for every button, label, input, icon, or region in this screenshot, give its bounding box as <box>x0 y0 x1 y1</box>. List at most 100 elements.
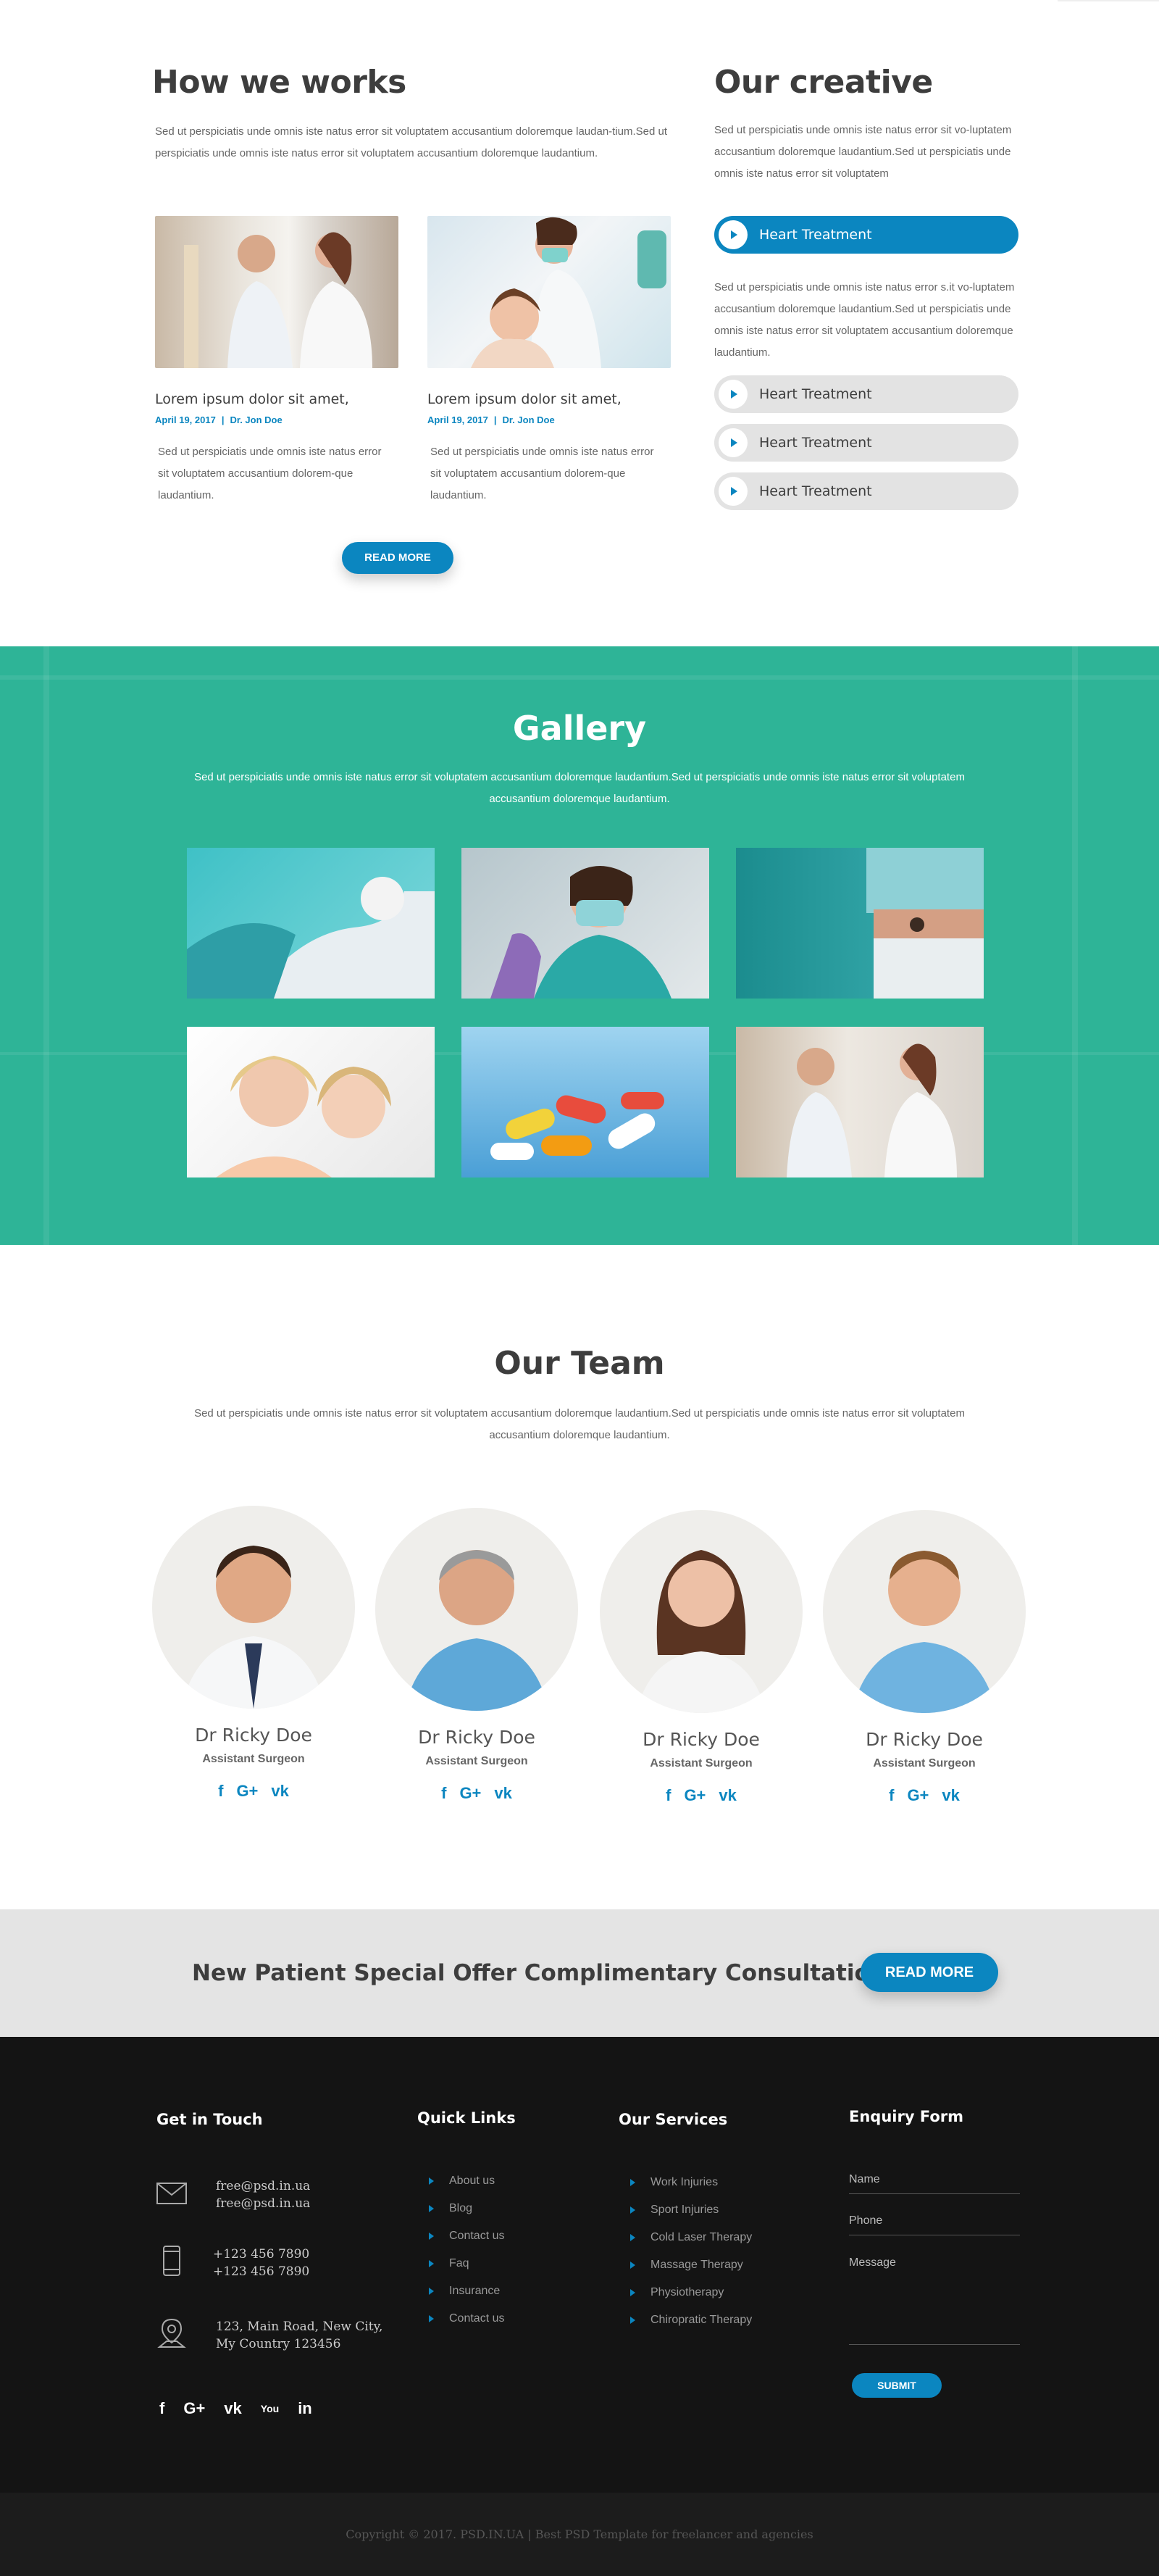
phone-text: +123 456 7890 +123 456 7890 <box>213 2246 309 2280</box>
name-field[interactable]: Name <box>849 2173 1020 2194</box>
facebook-icon[interactable]: f <box>218 1782 223 1801</box>
avatar[interactable] <box>375 1508 578 1711</box>
message-field[interactable]: Message <box>849 2256 1020 2345</box>
how-we-works: How we works Sed ut perspiciatis unde om… <box>152 64 674 501</box>
footer-heading: Get in Touch <box>156 2111 263 2128</box>
card-text: Sed ut perspiciatis unde omnis iste natu… <box>430 446 654 501</box>
email-text[interactable]: free@psd.in.ua free@psd.in.ua <box>216 2177 310 2212</box>
gallery-image-pills[interactable] <box>461 1027 709 1177</box>
phone-line: +123 456 7890 <box>213 2264 310 2279</box>
service-link[interactable]: Chiropratic Therapy <box>619 2306 829 2334</box>
google-plus-icon[interactable]: G+ <box>459 1784 481 1803</box>
service-link[interactable]: Cold Laser Therapy <box>619 2224 829 2251</box>
google-plus-icon[interactable]: G+ <box>183 2399 205 2418</box>
quick-links-list: About us Blog Contact us Faq Insurance C… <box>417 2167 598 2333</box>
service-link[interactable]: Physiotherapy <box>619 2279 829 2306</box>
accordion-item[interactable]: Heart Treatment <box>714 375 1018 413</box>
member-name: Dr Ricky Doe <box>195 1725 312 1746</box>
gallery-image-dentist[interactable] <box>461 848 709 999</box>
email-line[interactable]: free@psd.in.ua <box>216 2195 310 2212</box>
bg-decoration <box>0 675 1159 680</box>
play-arrow-icon <box>719 428 748 457</box>
youtube-icon[interactable]: You <box>261 2399 279 2418</box>
submit-button[interactable]: SUBMIT <box>852 2373 942 2398</box>
card-date: April 19, 2017 <box>427 414 488 425</box>
facebook-icon[interactable]: f <box>159 2399 164 2418</box>
page: How we works Sed ut perspiciatis unde om… <box>0 0 1159 2576</box>
team-member[interactable]: Dr Ricky Doe Assistant Surgeon f G+ vk <box>368 1508 585 1803</box>
works-read-more-button[interactable]: READ MORE <box>342 542 453 574</box>
footer-heading: Quick Links <box>417 2109 516 2127</box>
footer-heading: Enquiry Form <box>849 2108 963 2125</box>
quick-link[interactable]: About us <box>417 2167 598 2195</box>
work-card[interactable]: Lorem ipsum dolor sit amet, April 19, 20… <box>155 216 398 507</box>
footer: Get in Touch free@psd.in.ua free@psd.in.… <box>0 2037 1159 2493</box>
enquiry-form: Enquiry Form Name Phone Message SUBMIT <box>849 2108 1023 2456</box>
gallery-image-dental[interactable] <box>187 848 435 999</box>
service-link[interactable]: Massage Therapy <box>619 2251 829 2279</box>
accordion-item[interactable]: Heart Treatment <box>714 424 1018 462</box>
member-role: Assistant Surgeon <box>873 1757 976 1770</box>
card-author[interactable]: Dr. Jon Doe <box>502 414 554 425</box>
facebook-icon[interactable]: f <box>441 1784 446 1803</box>
team-intro: Sed ut perspiciatis unde omnis iste natu… <box>194 1407 965 1441</box>
card-title[interactable]: Lorem ipsum dolor sit amet, <box>155 391 398 407</box>
card-date: April 19, 2017 <box>155 414 216 425</box>
avatar[interactable] <box>823 1510 1026 1713</box>
service-link[interactable]: Work Injuries <box>619 2169 829 2196</box>
footer-social: f G+ vk You in <box>159 2399 312 2418</box>
google-plus-icon[interactable]: G+ <box>684 1786 706 1805</box>
gallery-section: Gallery Sed ut perspiciatis unde omnis i… <box>0 646 1159 1245</box>
quick-link[interactable]: Faq <box>417 2250 598 2277</box>
map-pin-icon <box>157 2318 186 2348</box>
accordion-item[interactable]: Heart Treatment <box>714 472 1018 510</box>
works-section: How we works Sed ut perspiciatis unde om… <box>0 0 1159 646</box>
phone-field[interactable]: Phone <box>849 2214 1020 2235</box>
card-author[interactable]: Dr. Jon Doe <box>230 414 282 425</box>
avatar[interactable] <box>152 1506 355 1709</box>
play-arrow-icon <box>719 477 748 506</box>
vk-icon[interactable]: vk <box>942 1786 959 1805</box>
offer-banner: New Patient Special Offer Complimentary … <box>0 1909 1159 2037</box>
member-social: f G+ vk <box>368 1784 585 1803</box>
service-link[interactable]: Sport Injuries <box>619 2196 829 2224</box>
address-line: My Country 123456 <box>216 2337 341 2351</box>
google-plus-icon[interactable]: G+ <box>236 1782 258 1801</box>
offer-read-more-button[interactable]: READ MORE <box>861 1953 998 1992</box>
linkedin-icon[interactable]: in <box>298 2399 312 2418</box>
gallery-image-surgeon[interactable] <box>736 848 984 999</box>
accordion-item-active[interactable]: Heart Treatment <box>714 216 1018 254</box>
facebook-icon[interactable]: f <box>889 1786 894 1805</box>
member-name: Dr Ricky Doe <box>418 1727 535 1748</box>
card-title[interactable]: Lorem ipsum dolor sit amet, <box>427 391 671 407</box>
quick-link[interactable]: Contact us <box>417 2222 598 2250</box>
accordion-body: Sed ut perspiciatis unde omnis iste natu… <box>714 281 1015 359</box>
dentist-child-image[interactable] <box>427 216 671 368</box>
team-member[interactable]: Dr Ricky Doe Assistant Surgeon f G+ vk <box>593 1510 810 1805</box>
gallery-image-consultation[interactable] <box>736 1027 984 1177</box>
quick-link[interactable]: Insurance <box>417 2277 598 2305</box>
member-social: f G+ vk <box>816 1786 1033 1805</box>
vk-icon[interactable]: vk <box>719 1786 736 1805</box>
doctor-consultation-image[interactable] <box>155 216 398 368</box>
gallery-image-family[interactable] <box>187 1027 435 1177</box>
facebook-icon[interactable]: f <box>666 1786 671 1805</box>
vk-icon[interactable]: vk <box>224 2399 241 2418</box>
works-title: How we works <box>152 64 406 101</box>
creative-intro: Sed ut perspiciatis unde omnis iste natu… <box>714 124 1012 180</box>
email-line[interactable]: free@psd.in.ua <box>216 2177 310 2195</box>
team-member[interactable]: Dr Ricky Doe Assistant Surgeon f G+ vk <box>145 1506 362 1801</box>
accordion-label: Heart Treatment <box>759 483 872 499</box>
vk-icon[interactable]: vk <box>271 1782 288 1801</box>
vk-icon[interactable]: vk <box>494 1784 511 1803</box>
copyright: Copyright © 2017. PSD.IN.UA | Best PSD T… <box>0 2493 1159 2576</box>
member-role: Assistant Surgeon <box>650 1757 753 1770</box>
quick-link[interactable]: Contact us <box>417 2305 598 2333</box>
work-card[interactable]: Lorem ipsum dolor sit amet, April 19, 20… <box>427 216 671 507</box>
team-member[interactable]: Dr Ricky Doe Assistant Surgeon f G+ vk <box>816 1510 1033 1805</box>
quick-link[interactable]: Blog <box>417 2195 598 2222</box>
works-intro: Sed ut perspiciatis unde omnis iste natu… <box>155 125 668 159</box>
avatar[interactable] <box>600 1510 803 1713</box>
gallery-title: Gallery <box>512 709 647 748</box>
google-plus-icon[interactable]: G+ <box>907 1786 929 1805</box>
